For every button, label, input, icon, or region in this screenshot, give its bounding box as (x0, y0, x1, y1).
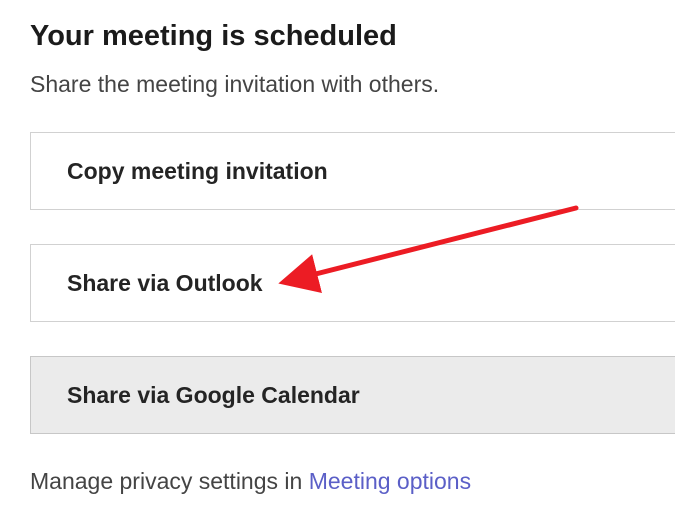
share-google-button[interactable]: Share via Google Calendar (30, 356, 675, 434)
share-outlook-label: Share via Outlook (67, 270, 263, 297)
copy-invitation-button[interactable]: Copy meeting invitation (30, 132, 675, 210)
meeting-options-link[interactable]: Meeting options (309, 468, 471, 494)
share-outlook-button[interactable]: Share via Outlook (30, 244, 675, 322)
share-subheading: Share the meeting invitation with others… (30, 71, 675, 98)
share-google-label: Share via Google Calendar (67, 382, 360, 409)
copy-invitation-label: Copy meeting invitation (67, 158, 328, 185)
meeting-scheduled-heading: Your meeting is scheduled (30, 20, 675, 53)
manage-privacy-prefix: Manage privacy settings in (30, 468, 309, 494)
manage-privacy-line: Manage privacy settings in Meeting optio… (30, 468, 675, 495)
